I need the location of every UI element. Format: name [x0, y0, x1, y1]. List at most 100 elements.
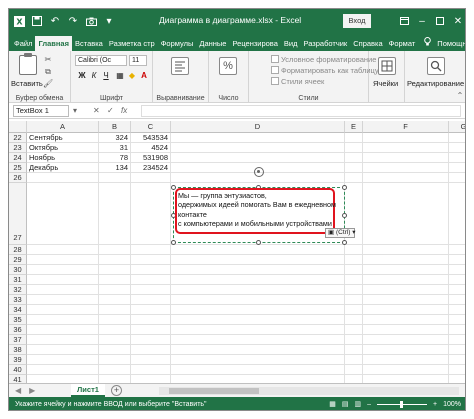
table-cell[interactable] — [449, 173, 465, 183]
table-cell[interactable] — [27, 173, 99, 183]
table-cell[interactable] — [363, 133, 449, 143]
table-cell[interactable] — [131, 375, 171, 383]
table-cell[interactable] — [131, 173, 171, 183]
row-header[interactable]: 24 — [9, 153, 27, 163]
table-cell[interactable] — [131, 335, 171, 345]
zoom-slider[interactable] — [377, 401, 427, 408]
zoom-slider-thumb[interactable] — [400, 401, 403, 408]
formula-input[interactable] — [141, 105, 461, 117]
customize-toolbar-icon[interactable]: ▾ — [103, 15, 115, 27]
table-cell[interactable] — [449, 315, 465, 325]
percent-icon[interactable]: % — [219, 57, 237, 75]
save-icon[interactable] — [31, 15, 43, 27]
row-header[interactable]: 28 — [9, 245, 27, 255]
row-header[interactable]: 34 — [9, 305, 27, 315]
row-header[interactable]: 36 — [9, 325, 27, 335]
table-cell[interactable] — [99, 315, 131, 325]
table-cell[interactable] — [345, 255, 363, 265]
table-cell[interactable] — [171, 315, 345, 325]
table-cell[interactable] — [171, 345, 345, 355]
table-cell[interactable] — [131, 183, 171, 245]
table-cell[interactable] — [99, 295, 131, 305]
row-header[interactable]: 41 — [9, 375, 27, 383]
column-header[interactable]: F — [363, 121, 449, 133]
tab-developer[interactable]: Разработчик — [300, 36, 350, 51]
page-layout-view-icon[interactable]: ▤ — [342, 397, 349, 410]
table-cell[interactable] — [27, 285, 99, 295]
table-cell[interactable]: Сентябрь — [27, 133, 99, 143]
copy-icon[interactable]: ⧉ — [43, 67, 53, 77]
table-cell[interactable] — [363, 315, 449, 325]
horizontal-scrollbar[interactable] — [159, 387, 459, 395]
normal-view-icon[interactable]: ▦ — [329, 397, 336, 410]
table-cell[interactable] — [363, 295, 449, 305]
resize-handle[interactable] — [342, 213, 347, 218]
table-cell[interactable] — [449, 133, 465, 143]
tab-data[interactable]: Данные — [196, 36, 229, 51]
table-cell[interactable]: 531908 — [131, 153, 171, 163]
select-all[interactable] — [9, 121, 27, 133]
paste-options-button[interactable]: ▣ (Ctrl) ▾ — [325, 228, 355, 238]
tab-view[interactable]: Вид — [281, 36, 301, 51]
table-cell[interactable] — [345, 173, 363, 183]
camera-icon[interactable] — [85, 15, 97, 27]
table-cell[interactable] — [345, 245, 363, 255]
table-cell[interactable] — [345, 315, 363, 325]
table-cell[interactable]: 134 — [99, 163, 131, 173]
cancel-icon[interactable]: ✕ — [93, 106, 100, 115]
table-cell[interactable] — [171, 375, 345, 383]
table-cell[interactable] — [449, 285, 465, 295]
table-cell[interactable] — [99, 285, 131, 295]
table-cell[interactable] — [363, 375, 449, 383]
table-cell[interactable] — [449, 183, 465, 245]
zoom-out-icon[interactable]: – — [367, 397, 371, 410]
table-cell[interactable] — [27, 245, 99, 255]
row-header[interactable]: 25 — [9, 163, 27, 173]
table-cell[interactable] — [27, 183, 99, 245]
table-cell[interactable] — [171, 295, 345, 305]
table-cell[interactable] — [363, 365, 449, 375]
table-cell[interactable] — [131, 365, 171, 375]
column-header[interactable]: B — [99, 121, 131, 133]
table-cell[interactable] — [345, 345, 363, 355]
table-cell[interactable] — [345, 375, 363, 383]
table-cell[interactable] — [131, 255, 171, 265]
table-cell[interactable] — [363, 153, 449, 163]
undo-icon[interactable]: ↶ — [49, 15, 61, 27]
row-header[interactable]: 38 — [9, 345, 27, 355]
table-cell[interactable] — [345, 335, 363, 345]
table-cell[interactable] — [345, 163, 363, 173]
table-cell[interactable]: 543534 — [131, 133, 171, 143]
scrollbar-thumb[interactable] — [169, 388, 259, 394]
table-cell[interactable] — [99, 173, 131, 183]
search-icon[interactable] — [427, 57, 445, 75]
table-cell[interactable] — [99, 355, 131, 365]
table-cell[interactable] — [345, 275, 363, 285]
table-cell[interactable] — [99, 183, 131, 245]
table-cell[interactable]: Декабрь — [27, 163, 99, 173]
table-cell[interactable] — [449, 335, 465, 345]
table-cell[interactable] — [345, 133, 363, 143]
underline-button[interactable]: Ч — [101, 70, 111, 81]
row-header[interactable]: 23 — [9, 143, 27, 153]
table-cell[interactable] — [99, 245, 131, 255]
table-cell[interactable] — [27, 295, 99, 305]
table-cell[interactable] — [171, 255, 345, 265]
textbox-content[interactable]: Мы — группа энтузиастов, одержимых идеей… — [178, 191, 336, 228]
name-box-dropdown-icon[interactable]: ▾ — [73, 106, 77, 115]
cells-label[interactable]: Ячейки — [373, 79, 398, 88]
table-cell[interactable] — [171, 245, 345, 255]
tab-format[interactable]: Формат — [386, 36, 419, 51]
maximize-icon[interactable] — [431, 9, 449, 33]
cells-icon[interactable] — [378, 57, 396, 75]
table-cell[interactable] — [27, 255, 99, 265]
conditional-formatting-button[interactable]: Условное форматирование — [271, 55, 376, 64]
table-cell[interactable] — [363, 355, 449, 365]
table-cell[interactable]: Ноябрь — [27, 153, 99, 163]
column-header[interactable]: E — [345, 121, 363, 133]
table-cell[interactable] — [449, 365, 465, 375]
table-cell[interactable]: 31 — [99, 143, 131, 153]
table-cell[interactable] — [171, 153, 345, 163]
table-cell[interactable] — [345, 305, 363, 315]
table-cell[interactable] — [449, 163, 465, 173]
